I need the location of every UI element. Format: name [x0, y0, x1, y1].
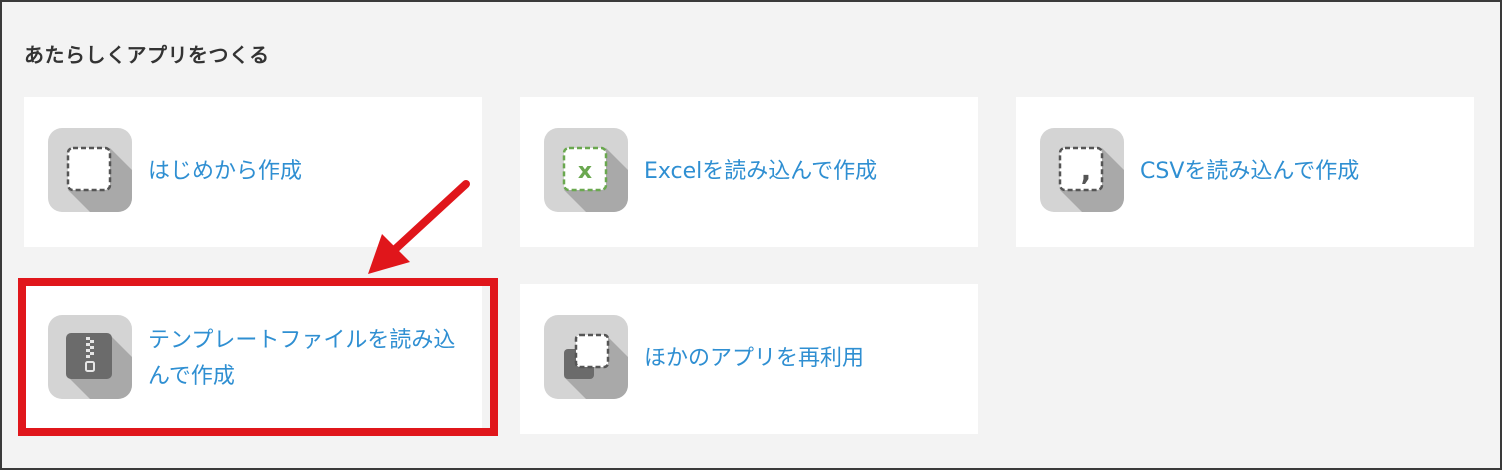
- create-from-scratch-card[interactable]: はじめから作成: [24, 97, 482, 247]
- csv-import-icon: ,: [1040, 128, 1124, 212]
- create-from-csv-card[interactable]: , CSVを読み込んで作成: [1016, 97, 1474, 247]
- create-from-csv-label[interactable]: CSVを読み込んで作成: [1140, 154, 1450, 190]
- create-from-template-file-card[interactable]: テンプレートファイルを読み込んで作成: [24, 284, 482, 434]
- create-from-template-file-label[interactable]: テンプレートファイルを読み込んで作成: [148, 323, 458, 395]
- create-from-excel-card[interactable]: x Excelを読み込んで作成: [520, 97, 978, 247]
- reuse-other-app-card[interactable]: ほかのアプリを再利用: [520, 284, 978, 434]
- excel-x-glyph: x: [578, 159, 592, 184]
- reuse-other-app-label[interactable]: ほかのアプリを再利用: [644, 341, 954, 377]
- create-app-panel: あたらしくアプリをつくる はじめから作成 x Excelを読み込んで作成 , C…: [0, 0, 1502, 470]
- create-from-excel-label[interactable]: Excelを読み込んで作成: [644, 154, 954, 190]
- reuse-app-icon: [544, 315, 628, 399]
- create-from-scratch-label[interactable]: はじめから作成: [148, 154, 458, 190]
- zip-template-icon: [48, 315, 132, 399]
- csv-comma-glyph: ,: [1081, 154, 1092, 187]
- excel-import-icon: x: [544, 128, 628, 212]
- blank-app-icon: [48, 128, 132, 212]
- section-title: あたらしくアプリをつくる: [24, 43, 270, 67]
